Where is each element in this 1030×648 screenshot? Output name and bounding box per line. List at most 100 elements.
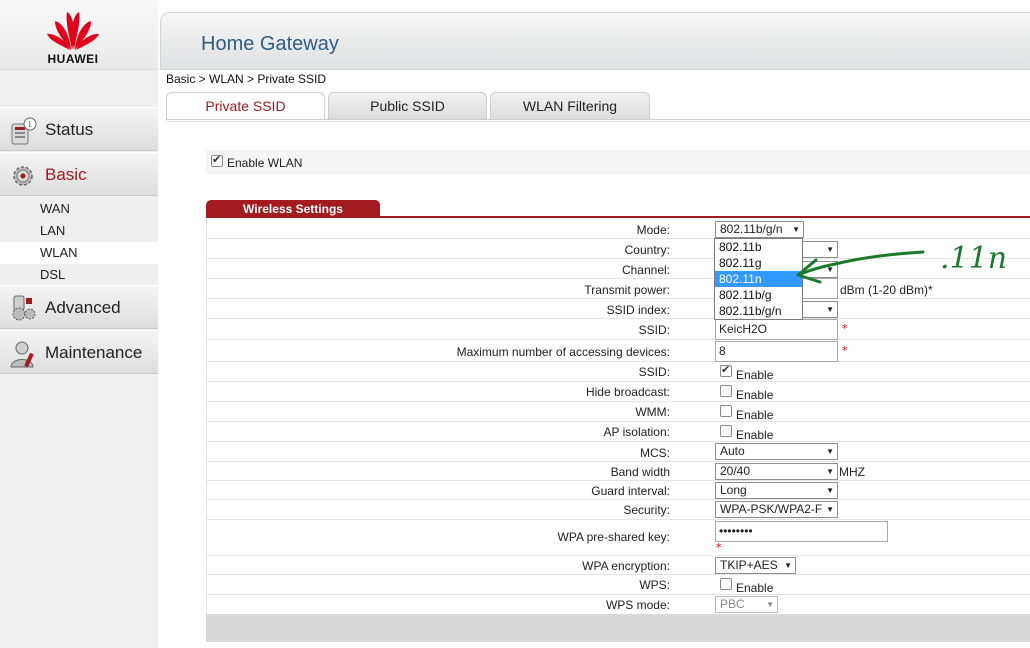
ssid-enable-checkbox[interactable] <box>720 363 732 377</box>
wpa-encryption-select[interactable]: TKIP+AES ▼ <box>715 557 796 574</box>
dropdown-arrow-icon: ▼ <box>826 505 834 514</box>
enable-wlan-row: Enable WLAN <box>206 150 1030 174</box>
band-width-select[interactable]: 20/40 ▼ <box>715 463 838 480</box>
form-footer-bar <box>206 614 1030 642</box>
section-divider <box>206 216 1030 218</box>
row-max-devices: Maximum number of accessing devices: 8 * <box>207 340 1030 362</box>
band-width-value: 20/40 <box>720 464 751 478</box>
brand-name: HUAWEI <box>47 52 99 66</box>
dropdown-arrow-icon: ▼ <box>766 600 774 609</box>
row-ssid-index: SSID index: ▼ <box>207 299 1030 319</box>
ssid-name-input[interactable]: KeicH2O <box>715 319 838 340</box>
wps-mode-label: WPS mode: <box>605 598 670 612</box>
mode-label: Mode: <box>636 223 670 237</box>
huawei-logo-icon <box>47 12 99 50</box>
tab-divider-shadow <box>166 121 1030 122</box>
required-mark: * <box>842 322 848 335</box>
nav-advanced[interactable]: Advanced <box>0 285 158 329</box>
tab-private-ssid[interactable]: Private SSID <box>166 92 325 120</box>
svg-text:i: i <box>29 120 32 129</box>
dropdown-arrow-icon: ▼ <box>826 467 834 476</box>
wpa-key-input[interactable]: •••••••• <box>715 521 888 542</box>
enable-wlan-checkbox[interactable] <box>211 153 223 167</box>
sidebar-item-wlan[interactable]: WLAN <box>0 242 158 264</box>
nav-basic[interactable]: Basic <box>0 152 158 196</box>
breadcrumb: Basic > WLAN > Private SSID <box>166 72 327 86</box>
required-mark: * <box>842 344 848 357</box>
nav-status[interactable]: i Status <box>0 107 158 151</box>
row-ssid-enable: SSID: Enable <box>207 362 1030 382</box>
handwritten-arrow-annotation: .11n <box>796 241 1007 284</box>
ssid-name-label: SSID: <box>638 323 670 337</box>
ssid-enable-text: Enable <box>736 368 774 382</box>
tools-icon <box>12 295 36 321</box>
dropdown-arrow-icon: ▼ <box>792 225 800 234</box>
status-icon: i <box>11 117 37 145</box>
security-select[interactable]: WPA-PSK/WPA2-F ▼ <box>715 501 838 518</box>
security-value: WPA-PSK/WPA2-F <box>720 502 823 516</box>
dropdown-arrow-icon: ▼ <box>826 486 834 495</box>
wps-mode-select[interactable]: PBC ▼ <box>715 596 778 613</box>
hide-broadcast-checkbox[interactable] <box>720 385 732 397</box>
band-width-label: Band width <box>610 465 670 479</box>
nav-maintenance[interactable]: Maintenance <box>0 330 158 374</box>
wps-label: WPS: <box>639 578 670 592</box>
guard-interval-select[interactable]: Long ▼ <box>715 482 838 499</box>
user-wrench-icon <box>10 341 34 368</box>
hide-broadcast-label: Hide broadcast: <box>585 385 670 399</box>
sidebar: HUAWEI i Status Basic WAN LAN WLAN DSL A… <box>0 0 158 648</box>
tab-wlan-filtering[interactable]: WLAN Filtering <box>490 92 650 119</box>
max-devices-input[interactable]: 8 <box>715 341 838 362</box>
row-security: Security: WPA-PSK/WPA2-F ▼ <box>207 500 1030 520</box>
tab-public-ssid[interactable]: Public SSID <box>328 92 487 119</box>
row-ssid-name: SSID: KeicH2O * <box>207 319 1030 340</box>
basic-submenu: WAN LAN WLAN DSL <box>0 198 158 286</box>
dropdown-arrow-icon: ▼ <box>826 305 834 314</box>
annotation-text: .11n <box>940 241 1007 276</box>
mode-select[interactable]: 802.11b/g/n ▼ <box>715 221 804 238</box>
mcs-select[interactable]: Auto ▼ <box>715 443 838 460</box>
row-hide-broadcast: Hide broadcast: Enable <box>207 382 1030 402</box>
transmit-power-label: Transmit power: <box>584 283 670 297</box>
sidebar-item-wan[interactable]: WAN <box>0 198 158 220</box>
wpa-key-label: WPA pre-shared key: <box>557 530 671 544</box>
row-guard-interval: Guard interval: Long ▼ <box>207 481 1030 500</box>
logo: HUAWEI <box>0 0 158 70</box>
wmm-label: WMM: <box>635 405 670 419</box>
mode-option[interactable]: 802.11b/g/n <box>715 303 802 319</box>
channel-label: Channel: <box>621 263 670 277</box>
page-title: Home Gateway <box>201 33 339 55</box>
mcs-value: Auto <box>720 444 745 458</box>
ap-isolation-checkbox[interactable] <box>720 425 732 437</box>
nav-status-label: Status <box>45 120 94 139</box>
ssid-enable-label: SSID: <box>638 365 670 379</box>
security-label: Security: <box>623 503 670 517</box>
row-ap-isolation: AP isolation: Enable <box>207 422 1030 442</box>
sidebar-item-dsl[interactable]: DSL <box>0 264 158 286</box>
wpa-encryption-value: TKIP+AES <box>720 558 778 572</box>
row-wps-mode: WPS mode: PBC ▼ <box>207 595 1030 615</box>
tab-bar: Private SSID Public SSID WLAN Filtering <box>166 92 1030 120</box>
wps-text: Enable <box>736 581 774 595</box>
row-wpa-encryption: WPA encryption: TKIP+AES ▼ <box>207 556 1030 575</box>
wmm-checkbox[interactable] <box>720 405 732 417</box>
row-wmm: WMM: Enable <box>207 402 1030 422</box>
nav-maintenance-label: Maintenance <box>45 343 143 362</box>
ssid-index-label: SSID index: <box>606 303 670 317</box>
band-width-unit: MHZ <box>839 465 865 479</box>
row-wps: WPS: Enable <box>207 575 1030 595</box>
sidebar-item-lan[interactable]: LAN <box>0 220 158 242</box>
wps-checkbox[interactable] <box>720 578 732 590</box>
row-mcs: MCS: Auto ▼ <box>207 442 1030 462</box>
nav-advanced-label: Advanced <box>45 298 121 317</box>
nav-basic-label: Basic <box>45 165 87 184</box>
wmm-text: Enable <box>736 408 774 422</box>
mcs-label: MCS: <box>640 446 670 460</box>
dropdown-arrow-icon: ▼ <box>784 561 792 570</box>
guard-interval-label: Guard interval: <box>591 484 670 498</box>
wps-mode-value: PBC <box>720 597 745 611</box>
hide-broadcast-text: Enable <box>736 388 774 402</box>
guard-interval-value: Long <box>720 483 747 497</box>
page-header: Home Gateway <box>160 12 1030 70</box>
dropdown-arrow-icon: ▼ <box>826 447 834 456</box>
